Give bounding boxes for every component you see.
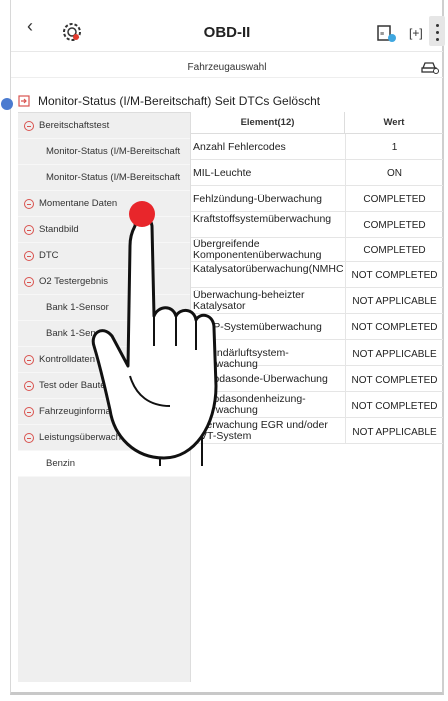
minus-icon	[24, 198, 34, 209]
table-cell-value: NOT COMPLETED	[345, 366, 443, 391]
menu-label: Benzin	[46, 458, 76, 469]
table-header-element: Element(12)	[191, 112, 345, 134]
svg-text:≡: ≡	[380, 31, 384, 38]
table-cell-element: MIL-Leuchte	[193, 168, 252, 179]
vehicle-selection-bar: Fahrzeugauswahl	[11, 54, 443, 78]
vci-icon[interactable]: ≡	[376, 24, 398, 44]
table-cell-value: NOT APPLICABLE	[345, 340, 443, 365]
minus-icon	[24, 224, 34, 235]
table-row[interactable]: MIL-Leuchte ON	[191, 160, 443, 186]
more-icon[interactable]	[429, 16, 445, 46]
menu-label: Bereitschaftstest	[39, 120, 110, 131]
menu-label: Monitor-Status (I/M-Bereitschaft	[46, 172, 181, 183]
menu-item-monitor-status-1[interactable]: Monitor-Status (I/M-Bereitschaft	[18, 139, 190, 165]
table-cell-value: NOT COMPLETED	[345, 262, 443, 287]
minus-icon	[24, 120, 34, 131]
touch-hand-icon	[91, 201, 218, 466]
menu-label: DTC	[39, 250, 59, 261]
vehicle-selection-label[interactable]: Fahrzeugauswahl	[11, 62, 443, 73]
menu-item-monitor-status-2[interactable]: Monitor-Status (I/M-Bereitschaft	[18, 165, 190, 191]
menu-label: Monitor-Status (I/M-Bereitschaft	[46, 146, 181, 157]
minus-icon	[24, 250, 34, 261]
table-cell-value: ON	[345, 160, 443, 185]
top-bar: ‹ OBD-II ≡ [+]	[11, 0, 445, 52]
touch-point-dot	[129, 201, 155, 227]
table-cell-value: NOT APPLICABLE	[345, 418, 443, 443]
table-cell-value: COMPLETED	[345, 186, 443, 211]
table-cell-value: COMPLETED	[345, 212, 443, 237]
table-row[interactable]: Anzahl Fehlercodes 1	[191, 134, 443, 160]
menu-group-readiness[interactable]: Bereitschaftstest	[18, 113, 190, 139]
table-cell-value: 1	[345, 134, 443, 159]
table-cell-value: NOT APPLICABLE	[345, 288, 443, 313]
minus-icon	[24, 406, 34, 417]
cursor-marker	[1, 98, 13, 110]
table-header-value: Wert	[345, 112, 443, 134]
table-cell-value: NOT COMPLETED	[345, 314, 443, 339]
minus-icon	[24, 354, 34, 365]
minus-icon	[24, 276, 34, 287]
minus-icon	[24, 380, 34, 391]
section-heading: Monitor-Status (I/M-Bereitschaft) Seit D…	[18, 91, 320, 111]
section-heading-text: Monitor-Status (I/M-Bereitschaft) Seit D…	[38, 94, 321, 108]
table-cell-value: NOT COMPLETED	[345, 392, 443, 417]
menu-label: Standbild	[39, 224, 79, 235]
exit-icon[interactable]	[18, 95, 30, 107]
screenshot-icon[interactable]: [+]	[409, 26, 423, 40]
menu-label: Kontrolldaten	[39, 354, 95, 365]
minus-icon	[24, 432, 34, 443]
table-cell-element: Anzahl Fehlercodes	[193, 142, 286, 153]
table-cell-value: COMPLETED	[345, 238, 443, 261]
car-icon[interactable]	[421, 59, 439, 75]
